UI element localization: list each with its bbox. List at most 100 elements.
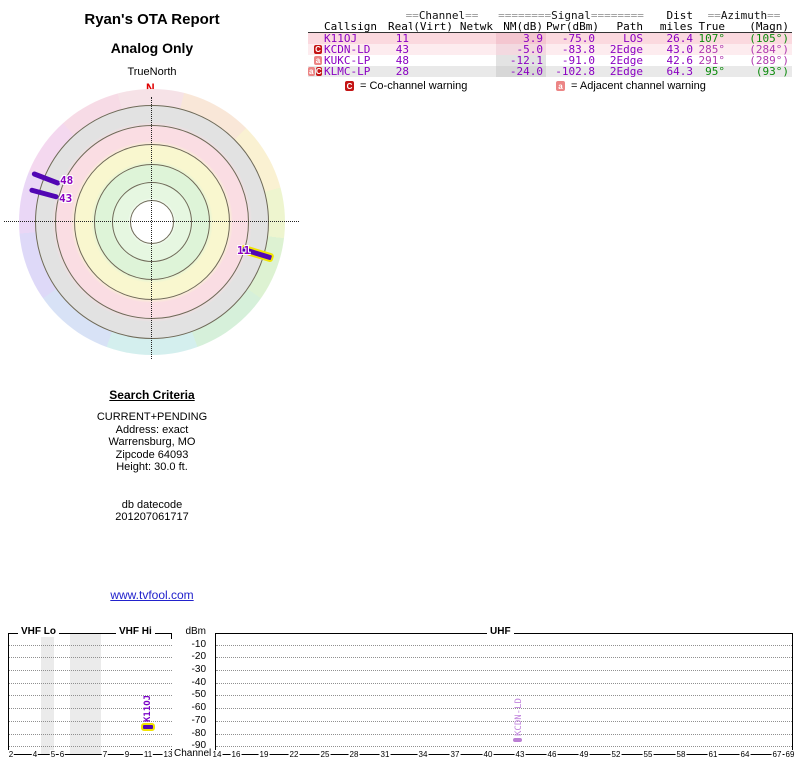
channel-tick: 69 (784, 750, 796, 759)
gridline (216, 645, 792, 646)
cell-azimuth-true: 107° (698, 33, 726, 44)
channel-tick: 67 (771, 750, 783, 759)
group-header-channel: ==Channel== (405, 10, 479, 21)
radar-marker-label-ch48: 48 (60, 174, 74, 187)
channel-tick: 34 (417, 750, 429, 759)
chart-marker-label-kcdn-ld: KCDN-LD (514, 698, 524, 736)
db-datecode: db datecode 201207061717 (0, 499, 304, 524)
db-datecode-label: db datecode (121, 499, 183, 511)
gridline (9, 645, 172, 646)
channel-tick: 9 (123, 750, 131, 759)
channel-tick: 14 (211, 750, 223, 759)
chart-marker-k11oj (141, 723, 155, 731)
adjacent-channel-flag-icon: a (556, 81, 565, 91)
cell-path: 2Edge (609, 66, 643, 77)
dbm-tick: -80 (191, 728, 206, 739)
channel-tick: 58 (675, 750, 687, 759)
table-row: aC KLMC-LP 28 -24.0 -102.8 2Edge 64.3 95… (308, 66, 792, 77)
chart-marker-label-k11oj: K11OJ (143, 694, 153, 722)
channel-tick: 4 (31, 750, 39, 759)
dbm-axis-title: dBm (185, 626, 206, 637)
cell-callsign: KLMC-LP (324, 66, 371, 77)
cell-pwr: -83.8 (561, 44, 595, 55)
group-header-azimuth: ==Azimuth== (707, 10, 781, 21)
adjacent-channel-flag: a (308, 67, 315, 76)
cell-callsign: KUKC-LP (324, 55, 371, 66)
channel-tick: 28 (348, 750, 360, 759)
gridline (216, 734, 792, 735)
group-header-dist: Dist (666, 10, 694, 21)
cell-path: LOS (623, 33, 643, 44)
channel-tick: 7 (101, 750, 109, 759)
legend-adjacent-channel: a = Adjacent channel warning (556, 80, 706, 92)
channel-tick: 37 (449, 750, 461, 759)
gridline (9, 657, 172, 658)
gridline (216, 670, 792, 671)
tvfool-report-page: Ryan's OTA Report Analog Only TrueNorth … (0, 0, 800, 768)
true-north-label: TrueNorth (127, 66, 177, 78)
channel-tick: 11 (142, 750, 154, 759)
non-tv-gap-band (41, 634, 54, 754)
dbm-tick: -50 (191, 689, 206, 700)
search-criteria-line: Address: exact (115, 423, 189, 436)
cell-miles: 43.0 (666, 44, 694, 55)
channel-tick: 49 (578, 750, 590, 759)
channel-tick: 25 (319, 750, 331, 759)
gridline (9, 683, 172, 684)
gridline (9, 746, 172, 747)
cell-pwr: -102.8 (555, 66, 595, 77)
table-row: K11OJ 11 3.9 -75.0 LOS 26.4 107° (105°) (308, 33, 792, 44)
cell-azimuth-true: 95° (705, 66, 725, 77)
page-title: Ryan's OTA Report (84, 11, 220, 28)
dbm-tick: -30 (191, 664, 206, 675)
cell-azimuth-magn: (284°) (749, 44, 789, 55)
band-label-vhf-hi: VHF Hi (116, 626, 155, 637)
site-link-wrapper: www.tvfool.com (0, 588, 304, 602)
gridline (216, 708, 792, 709)
db-datecode-value: 201207061717 (115, 511, 189, 524)
cell-real: 43 (395, 44, 409, 55)
cell-real: 48 (395, 55, 409, 66)
dbm-tick: -10 (191, 639, 206, 650)
cell-pwr: -91.0 (561, 55, 595, 66)
gridline (216, 746, 792, 747)
cell-azimuth-true: 285° (698, 44, 726, 55)
legend-co-channel-text: = Co-channel warning (360, 80, 468, 92)
search-criteria-heading: Search Criteria (109, 388, 195, 402)
co-channel-flag: C (314, 45, 322, 54)
channel-tick: 43 (514, 750, 526, 759)
gridline (9, 670, 172, 671)
cell-miles: 26.4 (666, 33, 694, 44)
tvfool-link[interactable]: www.tvfool.com (110, 588, 193, 602)
band-label-vhf-lo: VHF Lo (18, 626, 59, 637)
dbm-tick: -40 (191, 677, 206, 688)
co-channel-flag-icon: C (345, 81, 354, 91)
channel-tick: 5 (49, 750, 57, 759)
channel-tick: 46 (546, 750, 558, 759)
channel-tick: 52 (610, 750, 622, 759)
cell-azimuth-true: 291° (698, 55, 726, 66)
search-criteria-line: CURRENT+PENDING (96, 411, 208, 424)
channel-tick: 13 (162, 750, 174, 759)
col-magn: (Magn) (749, 21, 789, 32)
cell-azimuth-magn: (289°) (749, 55, 789, 66)
radar-ring-outline (130, 200, 174, 244)
channel-tick: 61 (707, 750, 719, 759)
cell-path: 2Edge (609, 44, 643, 55)
cell-miles: 64.3 (666, 66, 694, 77)
cell-azimuth-magn: (105°) (749, 33, 789, 44)
cell-nm: -24.0 (496, 66, 546, 77)
gridline (216, 695, 792, 696)
col-path: Path (616, 21, 644, 32)
uhf-panel (215, 633, 793, 755)
col-real: Real (388, 21, 412, 32)
gridline (216, 657, 792, 658)
non-tv-gap-band (70, 634, 101, 754)
legend-co-channel: C = Co-channel warning (345, 80, 467, 92)
col-pwr: Pwr(dBm) (546, 21, 598, 32)
cell-miles: 42.6 (666, 55, 694, 66)
search-criteria-line: Warrensburg, MO (108, 436, 196, 449)
table-column-header-row: Callsign Real (Virt) Netwk NM(dB) Pwr(dB… (308, 21, 792, 33)
radar-marker-label-ch43: 43 (59, 192, 73, 205)
group-header-signal: ========Signal======== (498, 10, 644, 21)
